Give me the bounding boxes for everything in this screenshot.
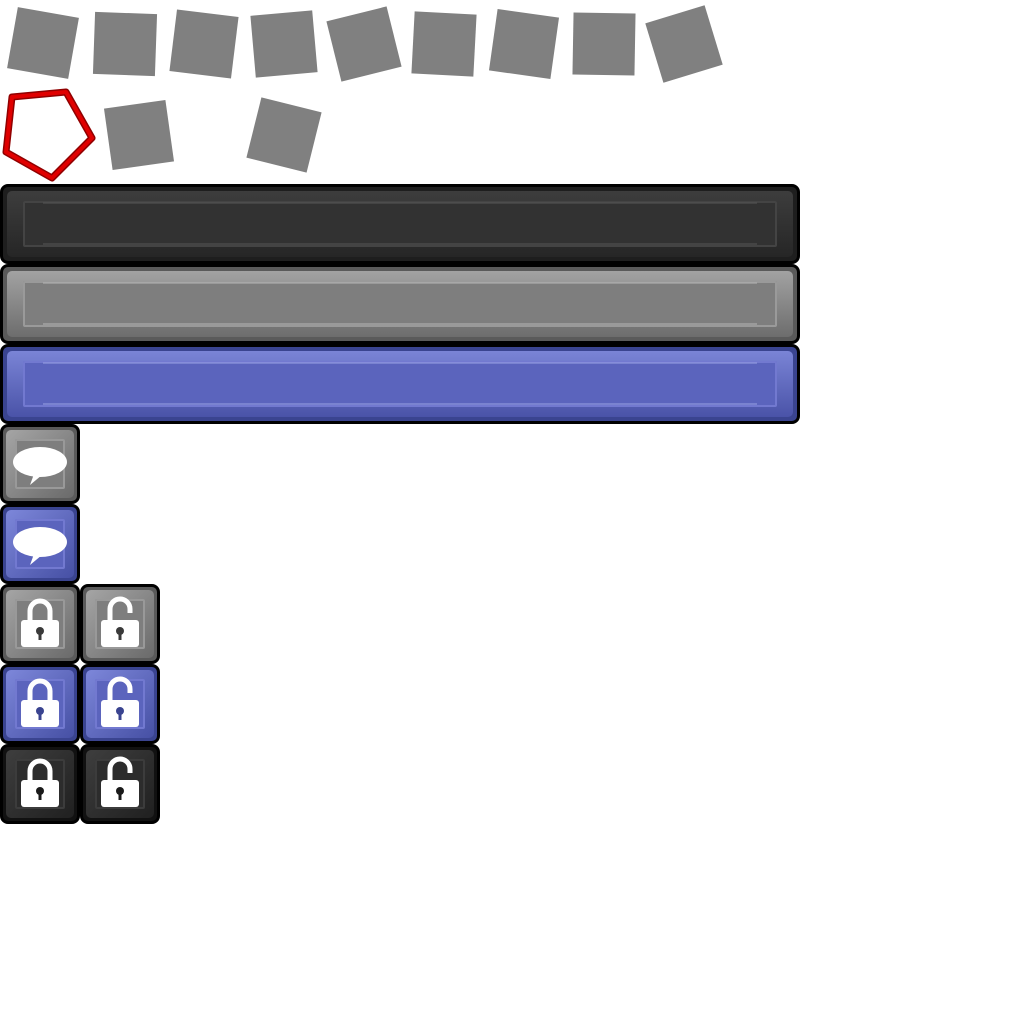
dark-unlocked-button[interactable]	[80, 744, 160, 824]
dark-locked-button[interactable]	[0, 744, 80, 824]
blue-panel-bar	[0, 344, 800, 424]
pentagon-outline-icon	[2, 88, 96, 182]
placeholder-tile	[572, 12, 636, 76]
placeholder-tile	[326, 6, 402, 82]
grey-unlocked-button[interactable]	[80, 584, 160, 664]
placeholder-tile	[645, 5, 723, 83]
grey-locked-button[interactable]	[0, 584, 80, 664]
speech-bubble-icon	[13, 527, 67, 565]
blue-locked-button[interactable]	[0, 664, 80, 744]
grey-panel-bar	[0, 264, 800, 344]
lock-closed-icon	[21, 758, 59, 807]
placeholder-tile	[411, 11, 477, 77]
dark-panel-bar	[0, 184, 800, 264]
grey-chat-button[interactable]	[0, 424, 80, 504]
lock-closed-icon	[21, 678, 59, 727]
placeholder-tile	[7, 7, 79, 79]
lock-open-icon	[101, 676, 139, 727]
placeholder-tile	[92, 11, 158, 77]
placeholder-tile	[169, 9, 239, 79]
blue-chat-button[interactable]	[0, 504, 80, 584]
placeholder-tile	[103, 99, 175, 171]
placeholder-tile	[246, 97, 322, 173]
speech-bubble-icon	[13, 447, 67, 485]
placeholder-tile	[250, 10, 318, 78]
blue-unlocked-button[interactable]	[80, 664, 160, 744]
lock-open-icon	[101, 596, 139, 647]
lock-closed-icon	[21, 598, 59, 647]
placeholder-tile	[488, 8, 560, 80]
lock-open-icon	[101, 756, 139, 807]
